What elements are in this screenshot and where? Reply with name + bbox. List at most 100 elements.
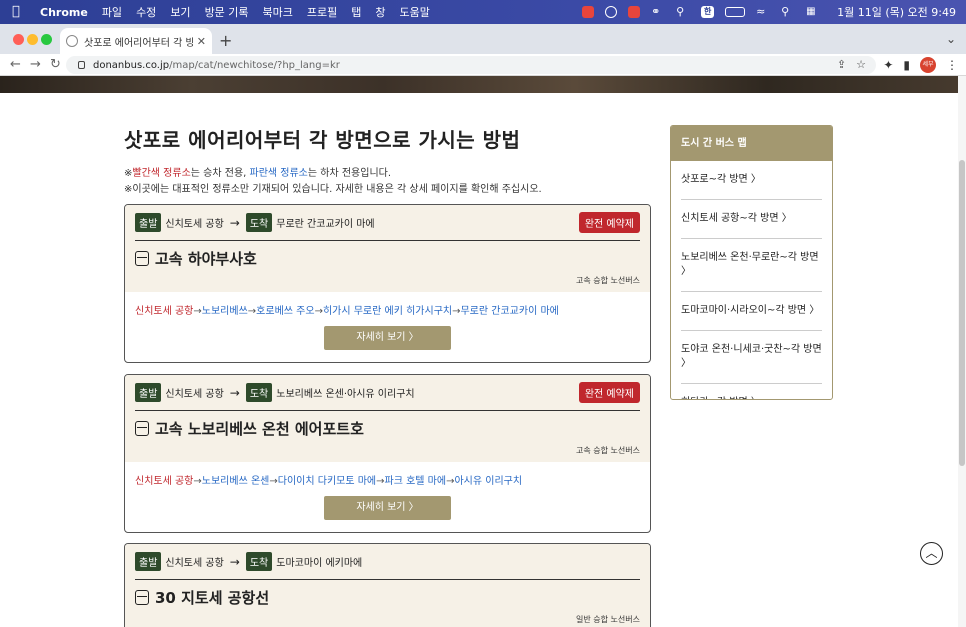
bus-type: 고속 승합 노선버스 — [576, 446, 640, 455]
menu-app-name[interactable]: Chrome — [40, 6, 88, 19]
route-stop[interactable]: 노보리베쓰 — [202, 306, 248, 317]
route-stops: 신치토세 공항→노보리베쓰→호로베쓰 주오→히가시 무로란 에키 히가시구치→무… — [135, 302, 640, 324]
arrival-stop: 노보리베쓰 온센·아시유 이리구치 — [276, 389, 415, 400]
bus-line-title: 고속 하야부사호 — [155, 249, 257, 268]
address-bar[interactable]: donanbus.co.jp/map/cat/newchitose/?hp_la… — [66, 56, 876, 74]
close-tab-icon[interactable]: ✕ — [197, 35, 206, 48]
browser-tab-active[interactable]: 삿포로 에어리어부터 각 방면으로 가 ✕ — [60, 28, 212, 54]
route-endpoints: 출발 신치토세 공항 → 도착 도마코마이 에키마에 — [135, 544, 640, 580]
input-source-badge[interactable]: 한 — [701, 6, 715, 18]
bus-icon — [135, 589, 149, 605]
arrival-stop: 도마코마이 에키마에 — [276, 558, 363, 569]
bus-line-title: 30 지토세 공항선 — [155, 588, 270, 607]
status-app-icon[interactable] — [582, 6, 595, 18]
departure-label: 출발 — [135, 383, 162, 402]
notification-app-icon[interactable] — [628, 6, 641, 18]
forward-arrow-icon[interactable]: → — [30, 57, 41, 72]
bookmark-star-icon[interactable]: ☆ — [856, 58, 866, 71]
apple-icon[interactable]:  — [12, 5, 24, 19]
menu-clock[interactable]: 1월 11일 (목) 오전 9:49 — [837, 4, 956, 20]
vpn-icon[interactable]: ⚲ — [676, 5, 690, 19]
page-title: 삿포로 에어리어부터 각 방면으로 가시는 방법 — [124, 128, 521, 152]
bus-line-name: 고속 노보리베쓰 온천 에어포트호 — [135, 411, 640, 445]
route-card-header: 출발 신치토세 공항 → 도착 무로란 간코교카이 마에 완전 예약제 고속 하… — [125, 205, 650, 292]
bus-line-title: 고속 노보리베쓰 온천 에어포트호 — [155, 419, 364, 438]
sidebar-item-noboribetsu[interactable]: 노보리베쓰 온천·무로란~각 방면 〉 — [681, 239, 822, 292]
lock-icon[interactable] — [78, 61, 85, 69]
share-icon[interactable]: ⇪ — [837, 58, 846, 71]
bus-type: 일반 승합 노선버스 — [576, 615, 640, 624]
route-stop[interactable]: 호로베쓰 주오 — [256, 306, 314, 317]
scroll-to-top-button[interactable]: ︿ — [920, 542, 943, 565]
glasses-icon[interactable]: ⚭ — [651, 5, 665, 19]
bus-line-name: 30 지토세 공항선 — [135, 580, 640, 614]
menu-history[interactable]: 방문 기록 — [205, 4, 249, 20]
sidebar-item-toyako[interactable]: 도야코 온천·니세코·굿찬~각 방면 〉 — [681, 331, 822, 384]
route-arrow: → — [376, 476, 385, 487]
menu-bookmarks[interactable]: 북마크 — [263, 4, 293, 20]
route-stop[interactable]: 노보리베쓰 온센 — [202, 476, 270, 487]
side-panel-icon[interactable]: ▮ — [903, 58, 910, 72]
menu-window[interactable]: 창 — [375, 4, 385, 20]
representative-stops-note: ※이곳에는 대표적인 정류소만 기재되어 있습니다. 자세한 내용은 각 상세 … — [124, 184, 542, 195]
arrow-right-icon: → — [229, 385, 240, 400]
page-scrollbar[interactable] — [958, 76, 966, 627]
route-stop[interactable]: 다이이치 다키모토 마에 — [278, 476, 376, 487]
globe-icon — [66, 35, 78, 47]
clock-status-icon[interactable] — [605, 6, 618, 18]
back-arrow-icon[interactable]: ← — [10, 57, 21, 72]
arrow-right-icon: → — [229, 215, 240, 230]
menu-file[interactable]: 파일 — [102, 4, 122, 20]
reload-icon[interactable]: ↻ — [50, 57, 61, 72]
menu-help[interactable]: 도움말 — [400, 4, 430, 20]
route-arrow: → — [247, 306, 257, 317]
view-details-button[interactable]: 자세히 보기 〉 — [324, 496, 451, 520]
url-path: /map/cat/newchitose/?hp_lang=kr — [169, 59, 340, 71]
extensions-puzzle-icon[interactable]: ✦ — [883, 58, 893, 72]
route-card-header: 출발 신치토세 공항 → 도착 노보리베쓰 온센·아시유 이리구치 완전 예약제… — [125, 375, 650, 462]
chevron-up-icon: ︿ — [925, 546, 938, 560]
sidebar-item-tomakomai[interactable]: 도마코마이·시라오이~각 방면 〉 — [681, 292, 822, 331]
spotlight-search-icon[interactable]: ⚲ — [781, 5, 795, 19]
scrollbar-thumb[interactable] — [959, 160, 965, 466]
header-image — [0, 76, 958, 93]
note-mid: 는 승차 전용, — [190, 168, 250, 179]
wifi-icon[interactable]: ≈ — [756, 5, 770, 19]
route-stop[interactable]: 아시유 이리구치 — [454, 476, 522, 487]
profile-avatar[interactable]: 세부 — [920, 57, 936, 73]
view-details-button[interactable]: 자세히 보기 〉 — [324, 326, 451, 350]
menu-edit[interactable]: 수정 — [136, 4, 156, 20]
menu-tab[interactable]: 탭 — [351, 4, 361, 20]
bus-line-name: 고속 하야부사호 — [135, 241, 640, 275]
note-blue-stop: 파란색 정류소 — [249, 168, 308, 179]
reservation-badge: 완전 예약제 — [578, 382, 640, 403]
kebab-menu-icon[interactable]: ⋮ — [946, 58, 958, 72]
arrival-label: 도착 — [245, 552, 273, 571]
sidebar-item-hidaka[interactable]: 히다카~각 방면 〉 — [681, 384, 822, 399]
battery-icon[interactable] — [725, 7, 746, 17]
zoom-window-button[interactable] — [41, 34, 52, 45]
route-start-stop[interactable]: 신치토세 공항 — [135, 306, 193, 317]
departure-label: 출발 — [135, 213, 162, 232]
note-suffix: 는 하차 전용입니다. — [307, 168, 392, 179]
arrival-label: 도착 — [245, 213, 273, 232]
route-stop[interactable]: 무로란 간코교카이 마에 — [460, 306, 558, 317]
menu-view[interactable]: 보기 — [170, 4, 190, 20]
control-center-icon[interactable]: ▦ — [806, 5, 820, 19]
route-endpoints: 출발 신치토세 공항 → 도착 무로란 간코교카이 마에 완전 예약제 — [135, 205, 640, 241]
tab-search-chevron-icon[interactable]: ⌄ — [946, 32, 956, 46]
route-arrow: → — [314, 306, 323, 317]
route-stop[interactable]: 히가시 무로란 에키 히가시구치 — [323, 306, 452, 317]
new-tab-button[interactable]: + — [219, 31, 232, 50]
departure-stop: 신치토세 공항 — [165, 558, 224, 569]
close-window-button[interactable] — [13, 34, 24, 45]
route-stop[interactable]: 파크 호텔 마에 — [385, 476, 447, 487]
sidebar-item-new-chitose[interactable]: 신치토세 공항~각 방면 〉 — [681, 200, 822, 239]
macos-menu-bar:  Chrome 파일 수정 보기 방문 기록 북마크 프로필 탭 창 도움말 … — [0, 0, 966, 24]
minimize-window-button[interactable] — [27, 34, 38, 45]
route-start-stop[interactable]: 신치토세 공항 — [135, 476, 193, 487]
departure-label: 출발 — [135, 552, 162, 571]
menu-profile[interactable]: 프로필 — [307, 4, 337, 20]
sidebar-item-sapporo[interactable]: 삿포로~각 방면 〉 — [681, 161, 822, 200]
bus-icon — [135, 250, 149, 266]
